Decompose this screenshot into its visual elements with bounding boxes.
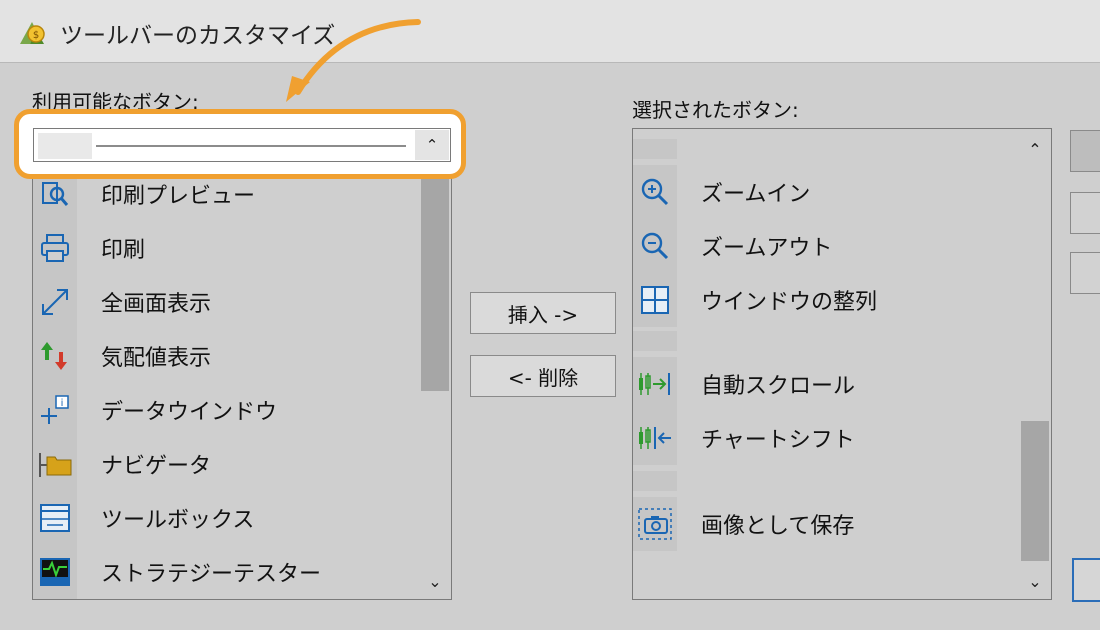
ok-button[interactable] [1072,558,1100,602]
selected-buttons-label: 選択されたボタン: [632,98,799,122]
right-list-scrollbar[interactable]: ⌃ ⌄ [1019,129,1051,599]
list-item[interactable]: チャートシフト [633,411,855,465]
printer-icon [33,221,77,275]
separator-icon-cell [633,331,677,351]
list-item[interactable]: 画像として保存 [633,497,854,551]
svg-text:i: i [61,398,64,409]
scrollbar-thumb[interactable] [421,155,449,391]
item-label: ストラテジーテスター [101,562,322,587]
item-label: 気配値表示 [101,346,212,371]
item-label: 印刷 [101,238,146,263]
list-item[interactable]: ツールボックス [33,491,254,545]
item-label: チャートシフト [701,428,855,453]
item-label: 自動スクロール [701,374,856,399]
list-item[interactable]: ストラテジーテスター [33,545,321,599]
item-label: 印刷プレビュー [101,184,256,209]
auto-scroll-icon [633,357,677,411]
insert-button[interactable]: 挿入 -> [470,292,616,334]
list-item[interactable]: ウインドウの整列 [633,273,877,327]
list-item[interactable]: ズームイン [633,165,810,219]
fullscreen-arrow-icon [33,275,77,329]
move-up-button[interactable] [1070,130,1100,172]
list-item[interactable]: ズームアウト [633,219,832,273]
list-item[interactable]: i データウインドウ [33,383,277,437]
item-label: データウインドウ [101,400,278,425]
scroll-up-icon[interactable]: ⌃ [1019,133,1051,165]
list-item[interactable]: ナビゲータ [33,437,211,491]
list-item[interactable]: 全画面表示 [33,275,211,329]
item-label: 画像として保存 [701,514,855,539]
tile-windows-icon [633,273,677,327]
item-label: ズームアウト [701,236,833,261]
move-down-button[interactable] [1070,192,1100,234]
data-window-icon: i [33,383,77,437]
separator-icon-cell [633,139,677,159]
market-watch-arrows-icon [33,329,77,383]
strategy-tester-icon [33,545,77,599]
item-label: 全画面表示 [101,292,212,317]
metatrader-app-icon: $ [20,22,45,44]
available-buttons-list[interactable]: 印刷プレビュー 印刷 全画面表示 気配値表示 i データウインドウ ナビゲータ [32,120,452,600]
left-list-scrollbar[interactable]: ⌄ [419,121,451,599]
item-label: ナビゲータ [101,454,212,479]
screenshot-camera-icon [633,497,677,551]
list-item[interactable]: 自動スクロール [633,357,855,411]
selected-buttons-list[interactable]: ズームイン ズームアウト ウインドウの整列 自動スクロール チャートシフト 画像… [632,128,1052,600]
item-label: ツールボックス [101,508,255,533]
scroll-up-icon[interactable]: ⌃ [415,130,449,160]
svg-text:$: $ [33,30,39,41]
callout-arrow-icon [286,19,421,102]
separator-icon-cell [633,471,677,491]
scrollbar-thumb[interactable] [1021,421,1049,561]
scroll-down-icon[interactable]: ⌄ [1019,565,1051,597]
separator-line [96,145,406,147]
highlighted-separator-row: ⌃ [14,109,466,179]
separator-item[interactable]: ⌃ [33,128,451,162]
list-item[interactable]: 印刷 [33,221,145,275]
title-bar: $ ツールバーのカスタマイズ [0,0,1100,63]
remove-button[interactable]: <- 削除 [470,355,616,397]
item-label: ウインドウの整列 [701,290,878,315]
zoom-out-icon [633,219,677,273]
reset-button[interactable] [1070,252,1100,294]
chart-shift-icon [633,411,677,465]
navigator-folder-icon [33,437,77,491]
scroll-down-icon[interactable]: ⌄ [419,565,451,597]
zoom-in-icon [633,165,677,219]
separator-icon-cell [38,133,92,159]
item-label: ズームイン [701,182,811,207]
list-item[interactable]: 気配値表示 [33,329,211,383]
toolbox-icon [33,491,77,545]
